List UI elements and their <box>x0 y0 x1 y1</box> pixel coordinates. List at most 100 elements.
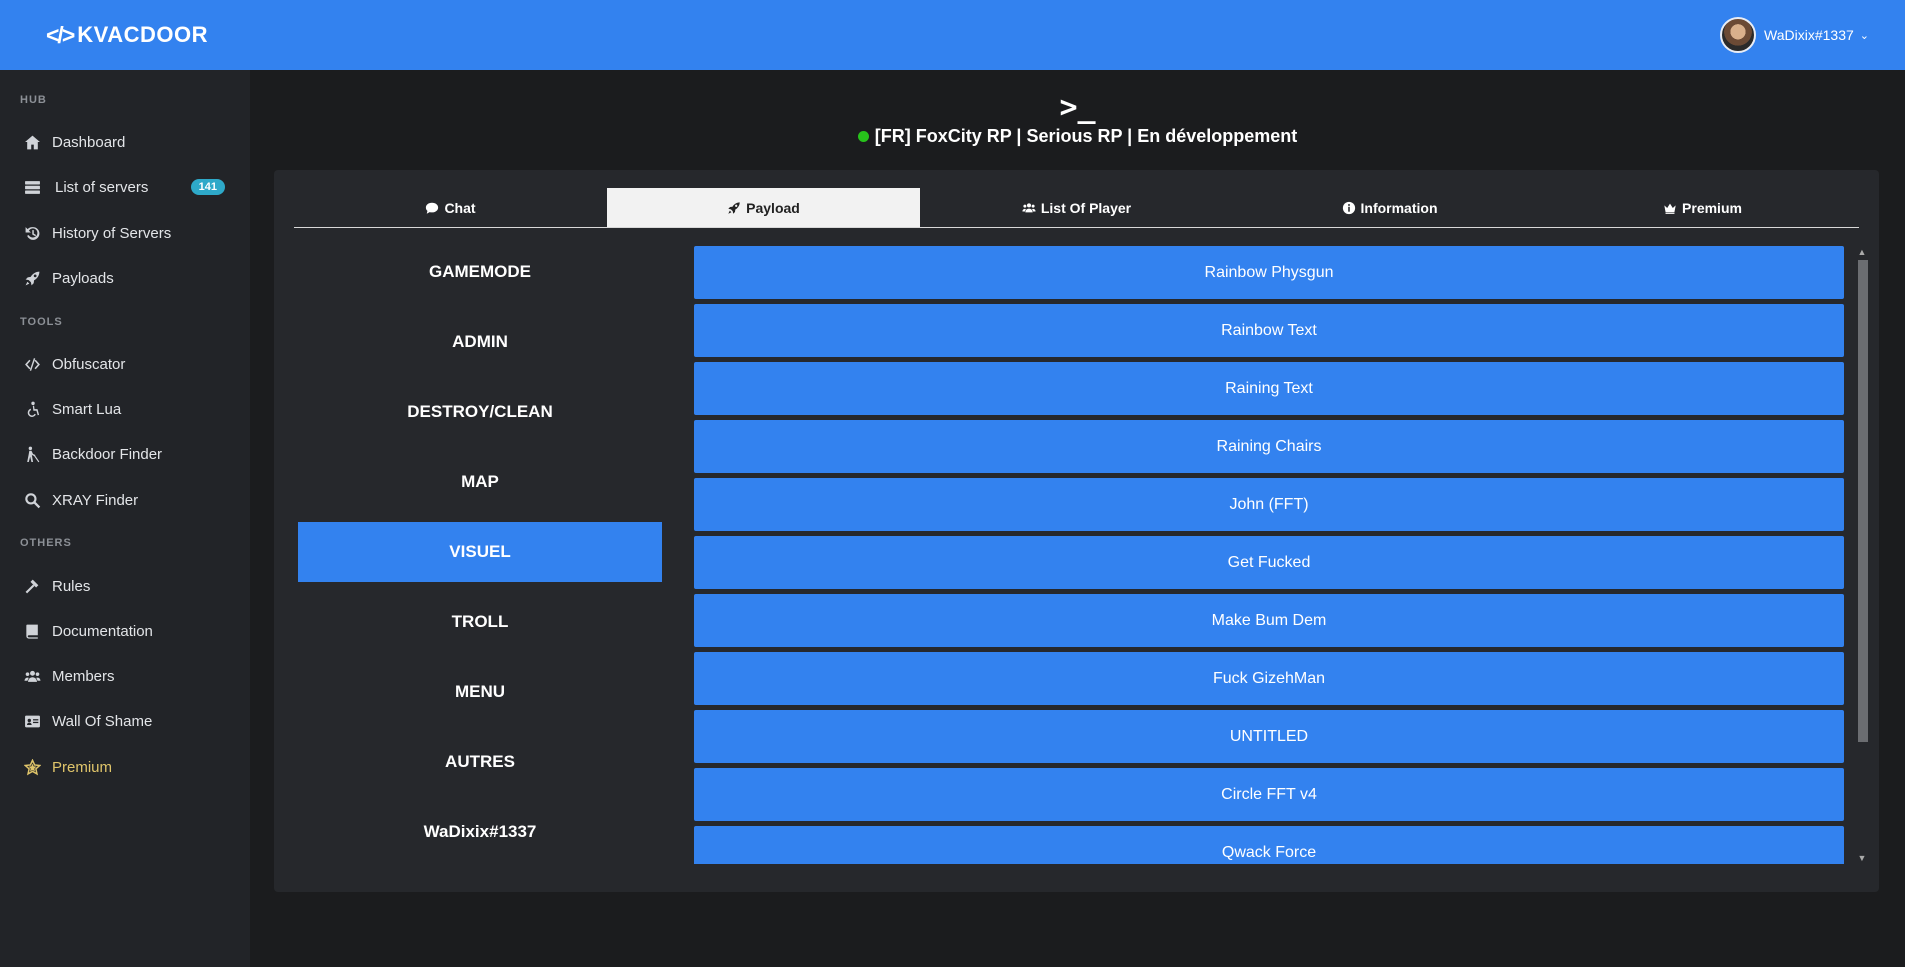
sidebar-item-label: Members <box>52 667 115 685</box>
tab-chat[interactable]: Chat <box>294 188 607 227</box>
sidebar-item-premium[interactable]: Premium <box>0 747 250 787</box>
payload-panel: Chat Payload List Of Player Information … <box>274 170 1879 892</box>
payload-button[interactable]: Raining Chairs <box>694 420 1844 473</box>
payload-button[interactable]: Raining Text <box>694 362 1844 415</box>
server-count-badge: 141 <box>190 179 225 195</box>
sidebar-item-members[interactable]: Members <box>0 656 250 696</box>
category-user[interactable]: WaDixix#1337 <box>298 802 662 862</box>
sidebar-section-others: OTHERS <box>20 537 72 549</box>
category-admin[interactable]: ADMIN <box>298 312 662 372</box>
id-card-icon <box>22 712 42 730</box>
tab-payload[interactable]: Payload <box>607 188 920 227</box>
star-icon <box>22 758 42 776</box>
sidebar-section-hub: HUB <box>20 94 47 106</box>
sidebar-item-label: Wall Of Shame <box>52 712 153 730</box>
users-icon <box>22 667 42 685</box>
tab-information[interactable]: Information <box>1233 188 1546 227</box>
terminal-icon: >_ <box>1059 90 1096 125</box>
sidebar-item-label: History of Servers <box>52 224 172 242</box>
server-icon <box>22 178 42 196</box>
sidebar-item-smart-lua[interactable]: Smart Lua <box>0 389 250 429</box>
payload-button[interactable]: Rainbow Physgun <box>694 246 1844 299</box>
payload-button[interactable]: Get Fucked <box>694 536 1844 589</box>
tab-premium[interactable]: Premium <box>1546 188 1859 227</box>
search-icon <box>22 491 42 509</box>
blind-icon <box>22 445 42 463</box>
sidebar-item-label: Payloads <box>52 269 114 287</box>
sidebar-item-history-of-servers[interactable]: History of Servers <box>0 213 250 253</box>
sidebar-item-dashboard[interactable]: Dashboard <box>0 122 250 162</box>
category-troll[interactable]: TROLL <box>298 592 662 652</box>
top-navbar: </> KVACDOOR WaDixix#1337 ⌄ <box>0 0 1905 70</box>
category-map[interactable]: MAP <box>298 452 662 512</box>
sidebar-item-xray-finder[interactable]: XRAY Finder <box>0 480 250 520</box>
payload-button[interactable]: John (FFT) <box>694 478 1844 531</box>
user-name: WaDixix#1337 <box>1764 27 1854 43</box>
sidebar-item-wall-of-shame[interactable]: Wall Of Shame <box>0 701 250 741</box>
sidebar-item-obfuscator[interactable]: Obfuscator <box>0 344 250 384</box>
category-visuel[interactable]: VISUEL <box>298 522 662 582</box>
sidebar-item-documentation[interactable]: Documentation <box>0 611 250 651</box>
status-online-dot <box>857 131 869 142</box>
gavel-icon <box>22 577 42 595</box>
sidebar: HUB Dashboard List of servers 141 Histor… <box>0 70 250 967</box>
server-header: >_ [FR] FoxCity RP | Serious RP | En dév… <box>250 90 1905 147</box>
user-menu[interactable]: WaDixix#1337 ⌄ <box>1720 16 1869 54</box>
scroll-up-icon[interactable]: ▲ <box>1855 246 1869 258</box>
users-icon <box>1022 201 1036 215</box>
brand-name: KVACDOOR <box>77 22 208 47</box>
category-autres[interactable]: AUTRES <box>298 732 662 792</box>
home-icon <box>22 133 42 151</box>
avatar <box>1720 17 1757 53</box>
tab-label: Chat <box>444 199 476 216</box>
sidebar-item-label: Premium <box>52 758 113 776</box>
tab-label: Payload <box>746 199 800 216</box>
payload-button[interactable]: Fuck GizehMan <box>694 652 1844 705</box>
history-icon <box>22 224 42 242</box>
server-name: [FR] FoxCity RP | Serious RP | En dévelo… <box>874 126 1298 146</box>
sidebar-item-list-of-servers[interactable]: List of servers 141 <box>0 167 250 207</box>
chevron-down-icon: ⌄ <box>1859 29 1869 42</box>
crown-icon <box>1663 201 1677 215</box>
sidebar-item-label: Documentation <box>52 622 153 640</box>
category-gamemode[interactable]: GAMEMODE <box>298 242 662 302</box>
tab-list-of-player[interactable]: List Of Player <box>920 188 1233 227</box>
brand-logo[interactable]: </> KVACDOOR <box>46 20 208 50</box>
scrollbar-thumb[interactable] <box>1858 260 1868 742</box>
book-icon <box>22 622 42 640</box>
tab-label: Premium <box>1682 199 1742 216</box>
tab-bar: Chat Payload List Of Player Information … <box>294 188 1859 228</box>
payload-list: Rainbow Physgun Rainbow Text Raining Tex… <box>694 246 1844 864</box>
tab-label: Information <box>1360 199 1438 216</box>
sidebar-item-backdoor-finder[interactable]: Backdoor Finder <box>0 434 250 474</box>
rocket-icon <box>727 201 741 215</box>
sidebar-item-label: Backdoor Finder <box>52 445 163 463</box>
scroll-down-icon[interactable]: ▼ <box>1855 852 1869 864</box>
payload-scrollbar[interactable]: ▲ ▼ <box>1855 246 1869 864</box>
category-menu[interactable]: MENU <box>298 662 662 722</box>
sidebar-item-rules[interactable]: Rules <box>0 566 250 606</box>
sidebar-item-label: Dashboard <box>52 133 126 151</box>
tab-label: List Of Player <box>1040 199 1132 216</box>
sidebar-item-payloads[interactable]: Payloads <box>0 258 250 298</box>
code-icon: </> <box>46 21 75 48</box>
sidebar-item-label: List of servers <box>55 178 149 196</box>
code-icon <box>22 355 42 373</box>
sidebar-item-label: Obfuscator <box>52 355 126 373</box>
sidebar-item-label: XRAY Finder <box>52 491 139 509</box>
payload-button[interactable]: UNTITLED <box>694 710 1844 763</box>
payload-button[interactable]: Qwack Force <box>694 826 1844 864</box>
category-list: GAMEMODE ADMIN DESTROY/CLEAN MAP VISUEL … <box>298 242 662 872</box>
comment-icon <box>425 201 439 215</box>
info-icon <box>1342 201 1356 215</box>
rocket-icon <box>22 269 42 287</box>
payload-button[interactable]: Rainbow Text <box>694 304 1844 357</box>
category-destroy-clean[interactable]: DESTROY/CLEAN <box>298 382 662 442</box>
server-title: [FR] FoxCity RP | Serious RP | En dévelo… <box>857 126 1298 147</box>
payload-button[interactable]: Make Bum Dem <box>694 594 1844 647</box>
sidebar-section-tools: TOOLS <box>20 316 63 328</box>
payload-button[interactable]: Circle FFT v4 <box>694 768 1844 821</box>
sidebar-item-label: Rules <box>52 577 91 595</box>
accessible-icon <box>22 400 42 418</box>
sidebar-item-label: Smart Lua <box>52 400 122 418</box>
